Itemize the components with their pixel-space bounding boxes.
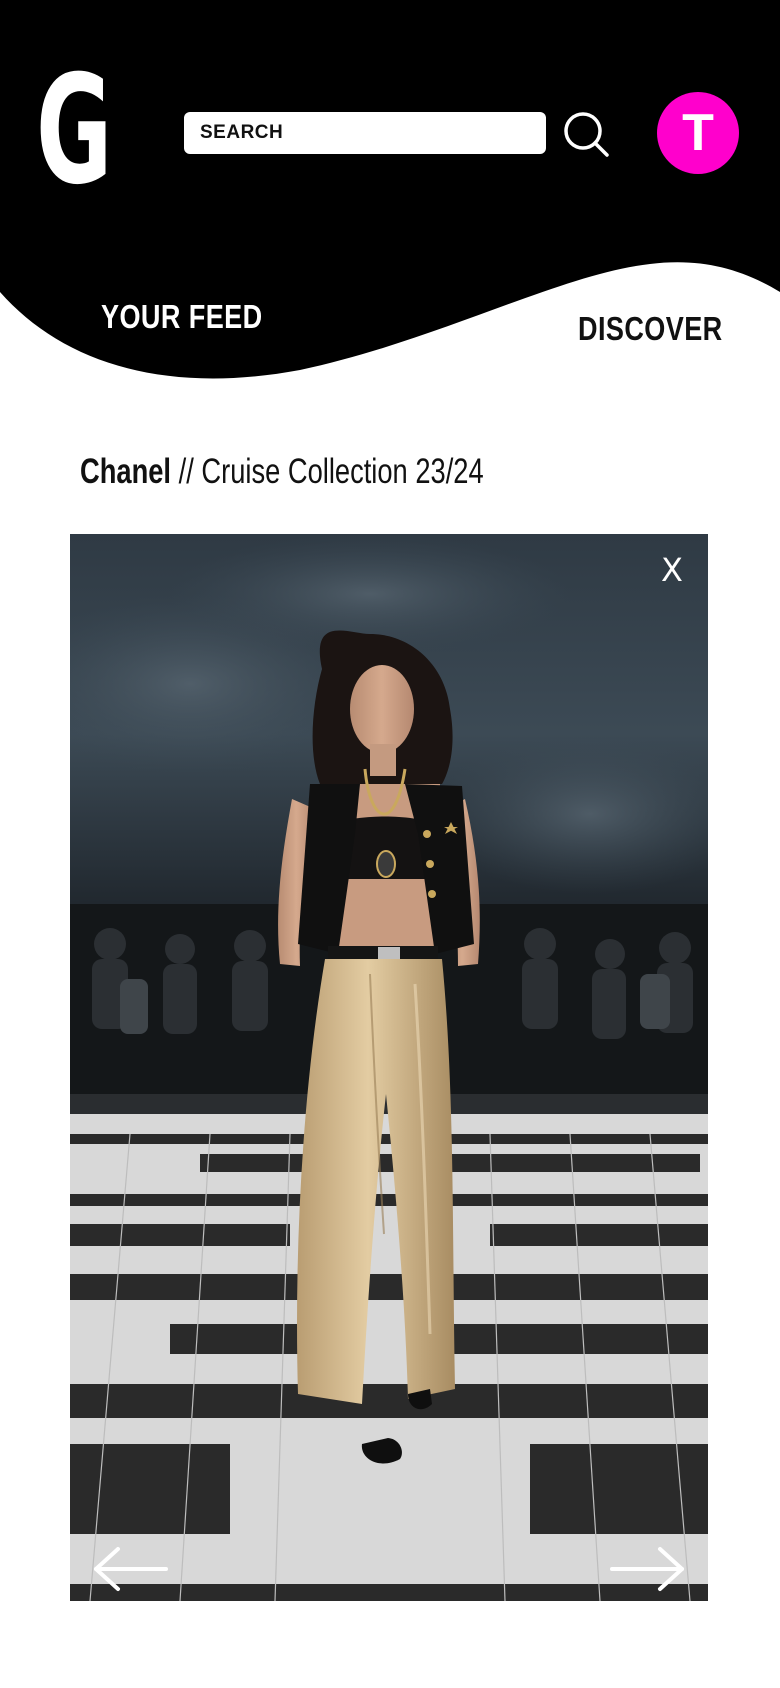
- collection-title: Chanel // Cruise Collection 23/24: [80, 452, 484, 492]
- tab-discover[interactable]: DISCOVER: [578, 310, 723, 348]
- arrow-right-icon[interactable]: [608, 1544, 688, 1594]
- brand-name: Chanel: [80, 452, 172, 491]
- arrow-left-icon[interactable]: [90, 1544, 170, 1594]
- user-avatar[interactable]: T: [657, 92, 739, 174]
- runway-photo: [70, 534, 708, 1601]
- close-button[interactable]: X: [654, 552, 690, 588]
- tab-your-feed[interactable]: YOUR FEED: [101, 298, 263, 336]
- app-logo[interactable]: G: [36, 44, 112, 219]
- image-viewer: X: [70, 534, 708, 1601]
- title-separator: //: [178, 452, 194, 491]
- search-icon[interactable]: [562, 110, 610, 158]
- page: G T YOUR FEED DISCOVER Chanel // Cruise …: [0, 0, 780, 1688]
- search-input[interactable]: [184, 112, 546, 154]
- collection-name: Cruise Collection 23/24: [201, 452, 484, 491]
